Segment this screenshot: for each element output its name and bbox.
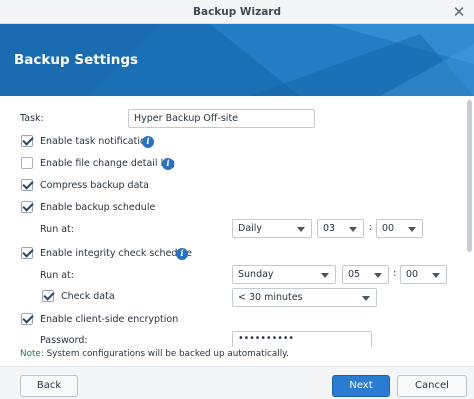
next-button[interactable]: Next <box>332 375 390 397</box>
backup-frequency-value: Daily <box>238 223 263 234</box>
chevron-down-icon <box>408 227 416 232</box>
integrity-minute-select[interactable]: 00 <box>400 265 447 284</box>
scrollbar[interactable] <box>467 100 472 252</box>
chevron-down-icon <box>432 273 440 278</box>
footer-bar: Back Next Cancel <box>0 366 474 399</box>
info-icon[interactable]: i <box>176 248 188 260</box>
backup-schedule-label: Enable backup schedule <box>40 202 156 213</box>
compress-backup-label: Compress backup data <box>40 180 149 191</box>
client-encryption-label: Enable client-side encryption <box>40 314 179 325</box>
note-message: System configurations will be backed up … <box>43 349 289 359</box>
time-separator: : <box>393 268 397 279</box>
password-label: Password: <box>40 335 88 346</box>
integrity-day-value: Sunday <box>238 269 274 280</box>
chevron-down-icon <box>349 227 357 232</box>
integrity-hour-select[interactable]: 05 <box>342 265 389 284</box>
file-change-log-label: Enable file change detail log <box>40 158 176 169</box>
check-data-checkbox[interactable] <box>42 290 54 302</box>
backup-minute-select[interactable]: 00 <box>376 219 423 238</box>
page-title: Backup Settings <box>14 52 139 68</box>
integrity-hour-value: 05 <box>348 269 361 280</box>
integrity-run-at-label: Run at: <box>40 270 74 281</box>
integrity-check-checkbox[interactable] <box>21 247 33 259</box>
check-data-duration-value: < 30 minutes <box>238 292 303 303</box>
backup-minute-value: 00 <box>382 223 395 234</box>
info-icon[interactable]: i <box>162 158 174 170</box>
title-bar: Backup Wizard ✕ <box>0 0 474 24</box>
window-title: Backup Wizard <box>192 6 281 18</box>
task-notification-checkbox[interactable] <box>21 135 33 147</box>
password-input[interactable]: •••••••••• <box>232 331 372 347</box>
backup-schedule-checkbox[interactable] <box>21 201 33 213</box>
chevron-down-icon <box>297 227 305 232</box>
integrity-day-select[interactable]: Sunday <box>232 265 336 284</box>
close-icon[interactable]: ✕ <box>451 0 467 24</box>
backup-run-at-label: Run at: <box>40 224 74 235</box>
compress-backup-checkbox[interactable] <box>21 179 33 191</box>
note-key: Note: <box>20 349 44 359</box>
info-icon[interactable]: i <box>142 136 154 148</box>
task-name-input[interactable]: Hyper Backup Off-site <box>128 109 315 128</box>
check-data-label: Check data <box>61 291 115 302</box>
cancel-button[interactable]: Cancel <box>397 375 467 397</box>
backup-hour-value: 03 <box>323 223 336 234</box>
client-encryption-checkbox[interactable] <box>21 313 33 325</box>
settings-form: Task: Hyper Backup Off-site Enable task … <box>0 96 474 366</box>
back-button[interactable]: Back <box>20 375 78 397</box>
file-change-log-checkbox[interactable] <box>21 157 33 169</box>
task-label: Task: <box>20 113 44 124</box>
backup-hour-select[interactable]: 03 <box>317 219 364 238</box>
time-separator: : <box>369 222 373 233</box>
chevron-down-icon <box>362 296 370 301</box>
integrity-check-label: Enable integrity check schedule <box>40 248 192 259</box>
backup-frequency-select[interactable]: Daily <box>232 219 312 238</box>
integrity-minute-value: 00 <box>406 269 419 280</box>
note-text: Note: System configurations will be back… <box>20 349 289 359</box>
check-data-duration-select[interactable]: < 30 minutes <box>232 288 377 307</box>
header-banner: Backup Settings <box>0 24 474 96</box>
chevron-down-icon <box>374 273 382 278</box>
chevron-down-icon <box>321 273 329 278</box>
task-notification-label: Enable task notification <box>40 136 152 147</box>
